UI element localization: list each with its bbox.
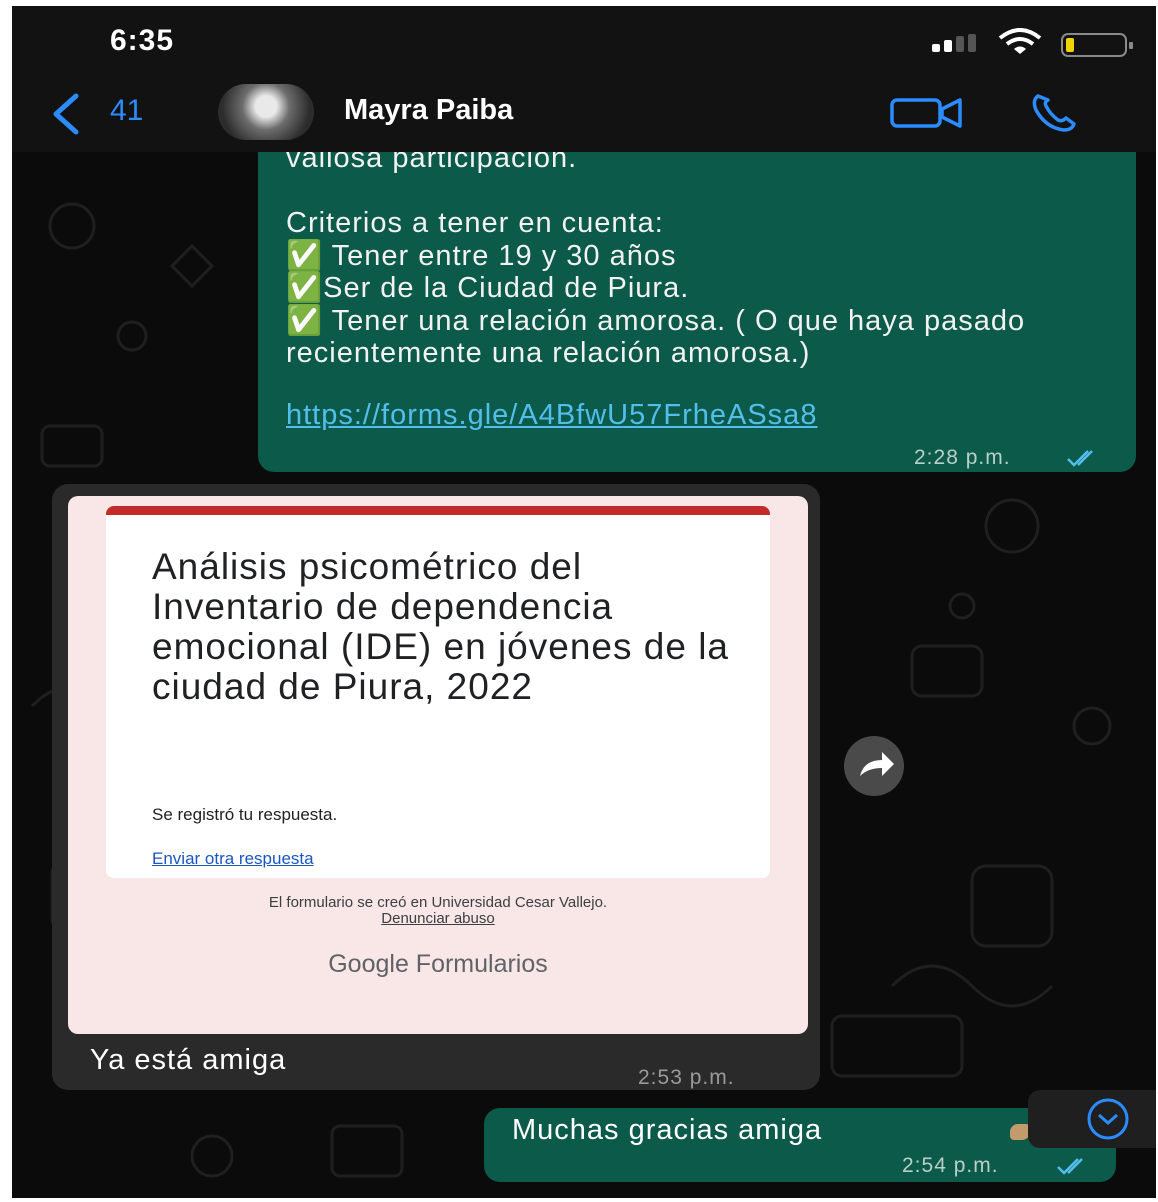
status-bar: 6:35 — [12, 6, 1156, 76]
message-time: 2:53 p.m. — [638, 1066, 735, 1089]
scroll-to-bottom-button[interactable] — [1028, 1090, 1156, 1148]
form-response-panel: Análisis psicométrico del Inventario de … — [106, 506, 770, 878]
double-check-icon — [1057, 1158, 1083, 1175]
wifi-icon — [998, 28, 1042, 54]
video-call-icon[interactable] — [890, 96, 966, 130]
form-link[interactable]: https://forms.gle/A4BfwU57FrheASsa8 — [286, 399, 846, 432]
message-text: valiosa participación. Criterios a tener… — [286, 142, 1026, 369]
double-check-icon — [1067, 450, 1093, 467]
outgoing-message-thanks[interactable]: Muchas gracias amiga 2:54 p.m. — [484, 1108, 1116, 1182]
form-created-note: El formulario se creó en Universidad Ces… — [268, 894, 608, 911]
message-text: Muchas gracias amiga — [512, 1114, 823, 1146]
back-icon[interactable] — [46, 92, 86, 136]
form-confirmation: Se registró tu respuesta. — [152, 805, 338, 824]
voice-call-icon[interactable] — [1030, 90, 1078, 134]
form-title: Análisis psicométrico del Inventario de … — [152, 546, 730, 707]
unread-count[interactable]: 41 — [110, 94, 143, 128]
scroll-down-icon — [1087, 1098, 1129, 1140]
emoji — [1010, 1124, 1030, 1140]
battery-icon — [1061, 33, 1133, 57]
chat-header: 41 Mayra Paiba — [12, 76, 1156, 152]
outgoing-message-criteria[interactable]: valiosa participación. Criterios a tener… — [258, 106, 1136, 472]
report-abuse-link[interactable]: Denunciar abuso — [68, 910, 808, 927]
message-time: 2:54 p.m. — [902, 1154, 999, 1177]
google-forms-brand: Google Formularios — [328, 950, 548, 978]
contact-name[interactable]: Mayra Paiba — [344, 94, 513, 127]
form-preview-card[interactable]: Análisis psicométrico del Inventario de … — [68, 496, 808, 1034]
chat-screen: valiosa participación. Criterios a tener… — [12, 6, 1156, 1198]
forward-button[interactable] — [844, 736, 904, 796]
contact-avatar[interactable] — [218, 84, 314, 140]
signal-icon — [932, 34, 976, 52]
forward-icon — [860, 752, 894, 776]
message-text: Ya está amiga — [90, 1044, 287, 1076]
status-time: 6:35 — [110, 24, 175, 57]
message-time: 2:28 p.m. — [914, 446, 1011, 469]
incoming-message-form[interactable]: Análisis psicométrico del Inventario de … — [52, 484, 820, 1090]
send-another-response-link[interactable]: Enviar otra respuesta — [152, 849, 314, 869]
